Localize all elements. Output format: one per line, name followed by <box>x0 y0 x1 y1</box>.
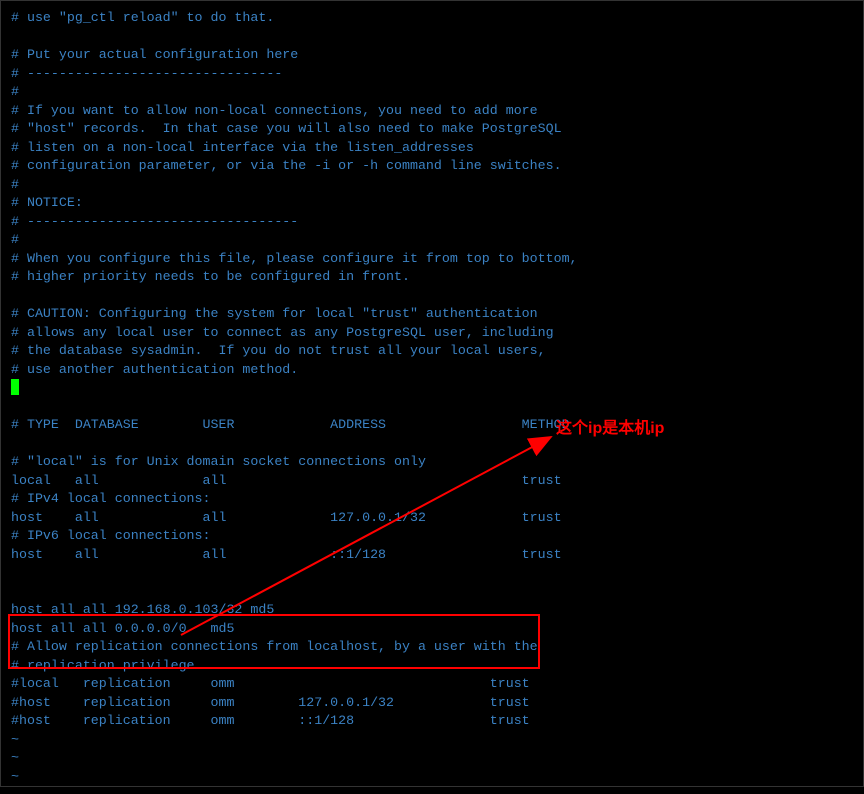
vim-empty-line: ~ <box>11 768 853 787</box>
config-rule-line: host all all 0.0.0.0/0 md5 <box>11 620 853 639</box>
config-comment-line: # IPv6 local connections: <box>11 527 853 546</box>
config-header-line: # TYPE DATABASE USER ADDRESS METHOD <box>11 416 853 435</box>
config-comment-line: # configuration parameter, or via the -i… <box>11 157 853 176</box>
config-rule-line: host all all 127.0.0.1/32 trust <box>11 509 853 528</box>
config-comment-line: # When you configure this file, please c… <box>11 250 853 269</box>
config-comment-line: # use "pg_ctl reload" to do that. <box>11 9 853 28</box>
config-rule-line: host all all 192.168.0.103/32 md5 <box>11 601 853 620</box>
blank-line <box>11 398 853 417</box>
annotation-text: 这个ip是本机ip <box>556 414 664 438</box>
config-comment-line: # "local" is for Unix domain socket conn… <box>11 453 853 472</box>
blank-line <box>11 287 853 306</box>
config-comment-line: # NOTICE: <box>11 194 853 213</box>
config-rule-line: local all all trust <box>11 472 853 491</box>
config-comment-line: # <box>11 83 853 102</box>
config-comment-line: # higher priority needs to be configured… <box>11 268 853 287</box>
config-comment-line: # use another authentication method. <box>11 361 853 380</box>
config-comment-line: #local replication omm trust <box>11 675 853 694</box>
config-comment-line: # Put your actual configuration here <box>11 46 853 65</box>
config-comment-line: # <box>11 176 853 195</box>
blank-line <box>11 564 853 583</box>
vim-empty-line: ~ <box>11 731 853 750</box>
cursor-line <box>11 379 853 398</box>
config-comment-line: # If you want to allow non-local connect… <box>11 102 853 121</box>
config-comment-line: # allows any local user to connect as an… <box>11 324 853 343</box>
config-comment-line: # replication privilege. <box>11 657 853 676</box>
config-comment-line: # ---------------------------------- <box>11 213 853 232</box>
config-comment-line: # <box>11 231 853 250</box>
config-comment-line: # CAUTION: Configuring the system for lo… <box>11 305 853 324</box>
config-comment-line: # listen on a non-local interface via th… <box>11 139 853 158</box>
config-rule-line: host all all ::1/128 trust <box>11 546 853 565</box>
config-comment-line: # the database sysadmin. If you do not t… <box>11 342 853 361</box>
blank-line <box>11 435 853 454</box>
terminal-editor[interactable]: # use "pg_ctl reload" to do that. # Put … <box>1 1 863 794</box>
config-comment-line: #host replication omm ::1/128 trust <box>11 712 853 731</box>
config-comment-line: # -------------------------------- <box>11 65 853 84</box>
editor-cursor <box>11 379 19 395</box>
config-comment-line: # "host" records. In that case you will … <box>11 120 853 139</box>
blank-line <box>11 583 853 602</box>
config-comment-line: # IPv4 local connections: <box>11 490 853 509</box>
config-comment-line: #host replication omm 127.0.0.1/32 trust <box>11 694 853 713</box>
vim-empty-line: ~ <box>11 749 853 768</box>
blank-line <box>11 28 853 47</box>
config-comment-line: # Allow replication connections from loc… <box>11 638 853 657</box>
